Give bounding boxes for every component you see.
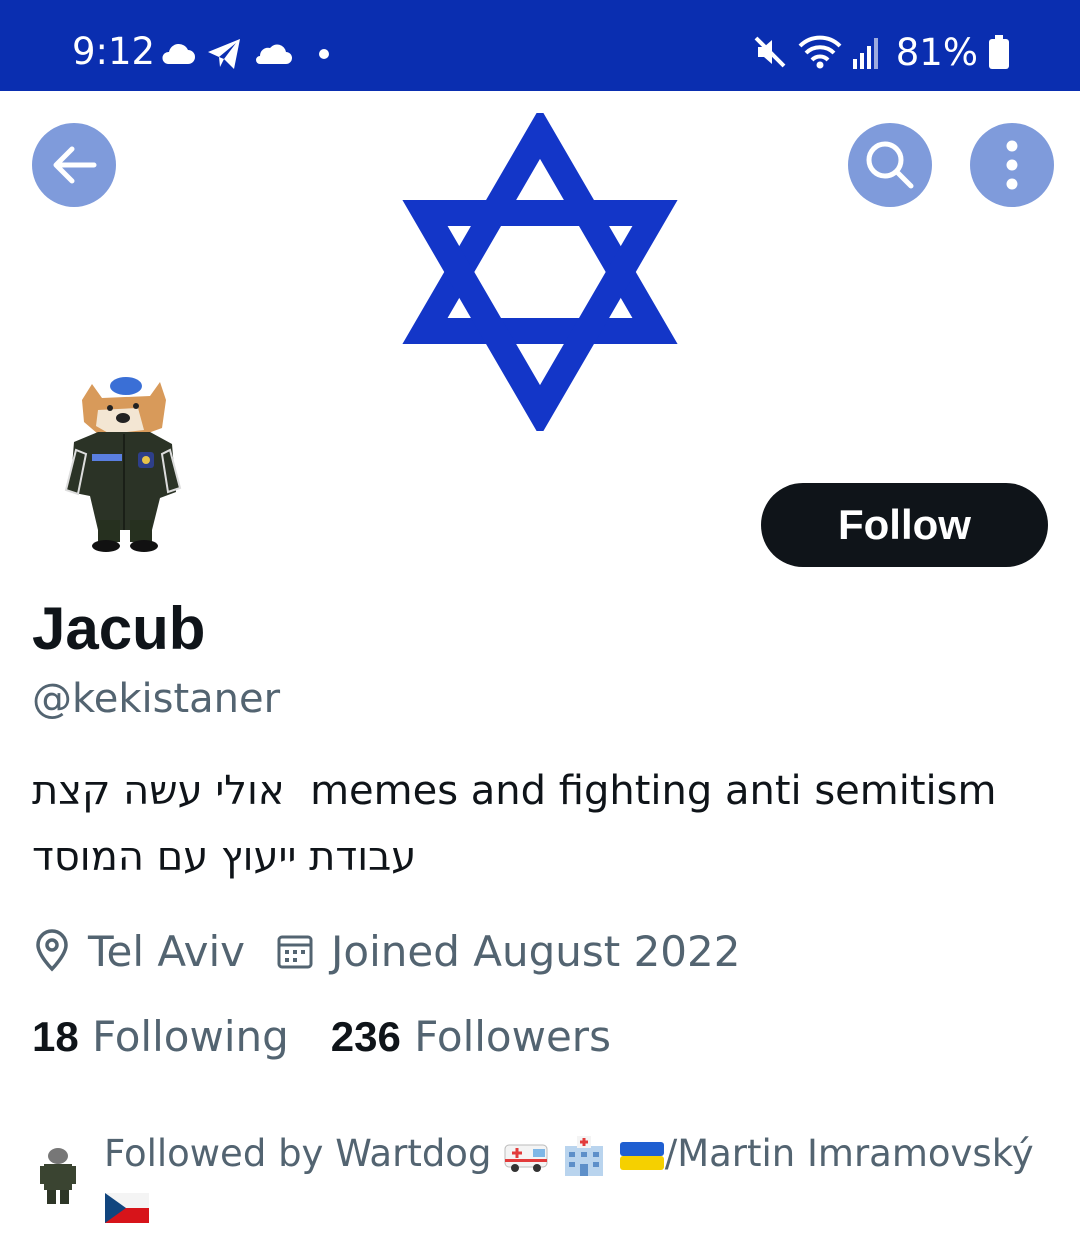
calendar-icon: [277, 935, 313, 969]
star-of-david-icon: [402, 113, 678, 431]
location-text: Tel Aviv: [88, 926, 246, 976]
telegram-icon: [208, 39, 240, 69]
follow-stats: 18 Following 236 Followers: [32, 1012, 611, 1061]
follow-button[interactable]: Follow: [761, 483, 1048, 567]
more-options-button[interactable]: [970, 123, 1054, 207]
bio-hebrew-1: אולי עשה קצת: [32, 768, 285, 814]
joined-text: Joined August 2022: [331, 926, 741, 976]
back-arrow-icon: [53, 146, 97, 184]
flag-czechia-icon: [105, 1192, 149, 1223]
profile-avatar[interactable]: [40, 370, 200, 555]
onedrive-icon: [256, 44, 292, 64]
flag-ukraine-icon: [619, 1141, 664, 1170]
followed-by-avatar[interactable]: [34, 1146, 82, 1208]
followers-link[interactable]: 236 Followers: [331, 1012, 611, 1061]
status-time: 9:12: [72, 30, 156, 73]
dot-icon: [319, 49, 329, 59]
following-count: 18: [32, 1013, 79, 1060]
followed-by-suffix: /Martin Imramovský: [664, 1132, 1034, 1175]
followed-by-text[interactable]: Followed by Wartdog /Martin Imramovský: [104, 1128, 1044, 1232]
followers-count: 236: [330, 1013, 401, 1060]
user-handle: @kekistaner: [32, 676, 281, 722]
location-pin-icon: [36, 929, 68, 972]
following-link[interactable]: 18 Following: [32, 1012, 289, 1061]
wifi-icon: [798, 35, 842, 69]
search-icon: [866, 141, 914, 189]
hospital-icon: [564, 1135, 603, 1176]
search-button[interactable]: [848, 123, 932, 207]
status-bar: 9:12 81%: [0, 0, 1080, 91]
following-label: Following: [92, 1012, 289, 1061]
signal-icon: [852, 38, 878, 69]
mute-icon: [754, 36, 786, 68]
display-name: Jacub: [32, 595, 206, 662]
cloud-icon: [162, 43, 195, 64]
more-vertical-icon: [1006, 140, 1018, 190]
followers-label: Followers: [414, 1012, 611, 1061]
battery-percent: 81%: [895, 30, 978, 74]
bio-line-1: אולי עשה קצת memes and fighting anti sem…: [32, 768, 996, 814]
bio-line-2: עבודת ייעוץ עם המוסד: [32, 834, 416, 880]
bio-hebrew-2: עבודת ייעוץ עם המוסד: [32, 834, 417, 880]
back-button[interactable]: [32, 123, 116, 207]
battery-icon: [989, 35, 1009, 69]
followed-by-label: Followed by Wartdog: [104, 1132, 492, 1175]
status-right-icons: 81%: [752, 30, 1010, 74]
profile-meta: Tel Aviv Joined August 2022: [32, 922, 770, 980]
ambulance-icon: [504, 1144, 548, 1172]
bio-english: memes and fighting anti semitism: [310, 768, 997, 814]
joined-item: Joined August 2022: [275, 927, 740, 976]
location-item: Tel Aviv: [32, 927, 245, 976]
status-left-icons: [160, 32, 332, 76]
